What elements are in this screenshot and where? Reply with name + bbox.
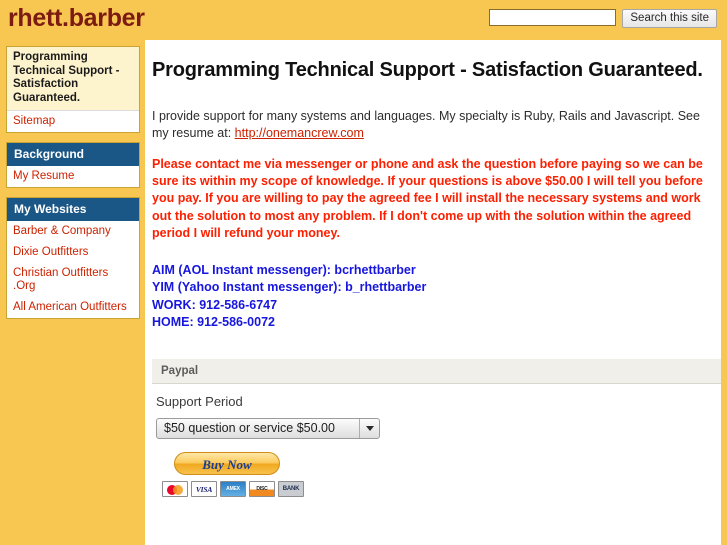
sidebar-item-dixie-outfitters[interactable]: Dixie Outfitters	[7, 242, 139, 263]
sidebar-item-all-american-outfitters[interactable]: All American Outfitters	[7, 297, 139, 318]
bank-icon: BANK	[278, 481, 304, 498]
buy-now-button[interactable]: Buy Now	[174, 452, 280, 476]
site-header: rhett.barber Search this site	[0, 0, 727, 40]
sidebar-nav: Programming Technical Support - Satisfac…	[6, 46, 140, 319]
contact-block: AIM (AOL Instant messenger): bcrhettbarb…	[152, 262, 721, 331]
main-content: Programming Technical Support - Satisfac…	[152, 46, 721, 498]
contact-line-home: HOME: 912-586-0072	[152, 314, 275, 329]
paypal-panel-title: Paypal	[152, 359, 721, 385]
accepted-cards: VISA AMEX DISC BANK	[162, 481, 721, 498]
support-period-label: Support Period	[156, 394, 243, 410]
paypal-panel-body: Support Period $50 question or service $…	[152, 384, 721, 498]
support-period-selected-value: $50 question or service $50.00	[164, 421, 335, 436]
site-search: Search this site	[489, 9, 717, 28]
sidebar-group-background: Background My Resume	[6, 142, 140, 188]
sidebar-group-my-websites: My Websites Barber & Company Dixie Outfi…	[6, 197, 140, 319]
sidebar-current-page[interactable]: Programming Technical Support - Satisfac…	[7, 47, 139, 111]
page-root: rhett.barber Search this site Programmin…	[0, 0, 727, 545]
intro-paragraph: I provide support for many systems and l…	[152, 108, 712, 142]
contact-line-aim: AIM (AOL Instant messenger): bcrhettbarb…	[152, 263, 416, 278]
site-title: rhett.barber	[8, 4, 145, 32]
sidebar-section-background: Background	[7, 143, 139, 166]
sidebar-item-my-resume[interactable]: My Resume	[7, 166, 139, 187]
visa-icon: VISA	[191, 481, 217, 498]
support-period-select[interactable]: $50 question or service $50.00	[156, 418, 380, 440]
contact-line-yim: YIM (Yahoo Instant messenger): b_rhettba…	[152, 280, 427, 295]
notice-paragraph: Please contact me via messenger or phone…	[152, 157, 703, 240]
search-button[interactable]: Search this site	[622, 9, 717, 28]
sidebar-group-current: Programming Technical Support - Satisfac…	[6, 46, 140, 133]
search-input[interactable]	[489, 9, 617, 26]
sidebar-item-barber-and-company[interactable]: Barber & Company	[7, 221, 139, 242]
mastercard-icon	[162, 481, 188, 498]
right-color-band	[721, 0, 727, 545]
resume-link[interactable]: http://onemancrew.com	[235, 126, 364, 140]
contact-line-work: WORK: 912-586-6747	[152, 297, 278, 312]
page-title: Programming Technical Support - Satisfac…	[152, 59, 703, 81]
paypal-panel: Paypal Support Period $50 question or se…	[152, 359, 721, 498]
sidebar-section-my-websites: My Websites	[7, 198, 139, 221]
chevron-down-icon[interactable]	[359, 419, 379, 439]
sidebar-item-sitemap[interactable]: Sitemap	[7, 111, 139, 132]
discover-icon: DISC	[249, 481, 275, 498]
amex-icon: AMEX	[220, 481, 246, 498]
sidebar-item-christian-outfitters-org[interactable]: Christian Outfitters .Org	[7, 263, 139, 297]
